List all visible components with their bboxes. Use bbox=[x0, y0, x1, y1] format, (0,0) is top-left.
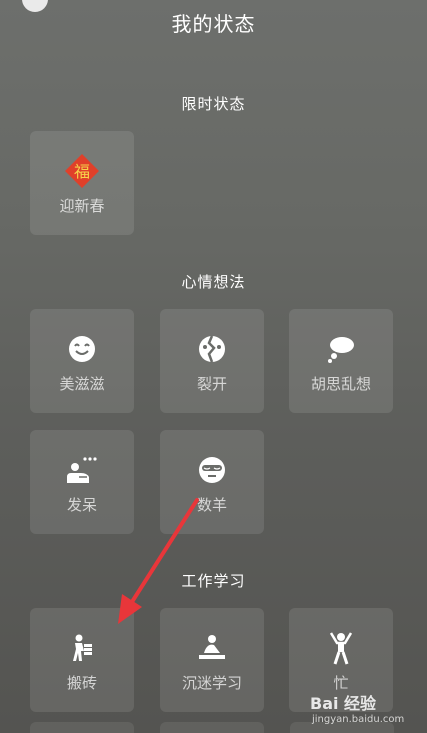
status-tile-shuyang[interactable]: 数羊 bbox=[160, 430, 264, 534]
status-label: 数羊 bbox=[196, 496, 227, 514]
status-label: 搬砖 bbox=[66, 674, 97, 692]
status-tile-husiluanxiang[interactable]: 胡思乱想 bbox=[289, 309, 393, 413]
status-tile-chenmixuexi[interactable]: 沉迷学习 bbox=[160, 608, 264, 712]
daze-icon bbox=[30, 452, 134, 488]
studying-icon bbox=[160, 630, 264, 666]
busy-person-icon bbox=[289, 630, 393, 666]
watermark-sub: jingyan.baidu.com bbox=[312, 714, 405, 725]
top-bar: 我的状态 bbox=[0, 0, 427, 44]
status-label: 美滋滋 bbox=[59, 375, 105, 393]
status-label: 发呆 bbox=[66, 496, 97, 514]
status-tile-banzhuan[interactable]: 搬砖 bbox=[30, 608, 134, 712]
thought-cloud-icon bbox=[289, 331, 393, 367]
section-title-mood: 心情想法 bbox=[181, 273, 246, 291]
smile-icon bbox=[30, 331, 134, 367]
watermark-main: Bai 经验 bbox=[310, 694, 377, 713]
status-tile-meizizi[interactable]: 美滋滋 bbox=[30, 309, 134, 413]
brick-carrier-icon bbox=[30, 630, 134, 666]
status-label: 沉迷学习 bbox=[181, 674, 242, 692]
fu-badge-icon: 福 bbox=[30, 153, 134, 189]
sleep-mask-icon bbox=[160, 452, 264, 488]
status-label: 迎新春 bbox=[59, 197, 105, 215]
status-tile-fadai[interactable]: 发呆 bbox=[30, 430, 134, 534]
status-tile-yingxinchun[interactable]: 福 迎新春 bbox=[30, 131, 134, 235]
status-tile-liekai[interactable]: 裂开 bbox=[160, 309, 264, 413]
baidu-jingyan-watermark: Bai 经验 jingyan.baidu.com bbox=[300, 686, 427, 733]
section-title-limited: 限时状态 bbox=[181, 95, 246, 113]
cracked-face-icon bbox=[160, 331, 264, 367]
status-label: 胡思乱想 bbox=[310, 375, 371, 393]
page-title: 我的状态 bbox=[171, 12, 256, 36]
status-label: 裂开 bbox=[196, 375, 227, 393]
section-title-work: 工作学习 bbox=[181, 572, 246, 590]
svg-text:福: 福 bbox=[74, 162, 90, 181]
